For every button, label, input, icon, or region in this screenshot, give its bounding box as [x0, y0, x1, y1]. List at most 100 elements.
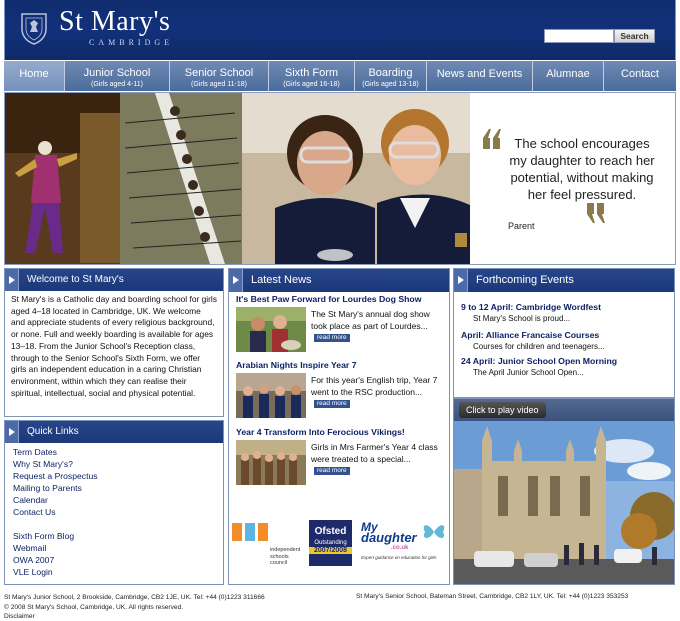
event-title-open-morning[interactable]: 24 April: Junior School Open Morning: [461, 356, 617, 366]
nav-label: Junior School: [83, 67, 151, 79]
nav-label: Home: [19, 68, 49, 80]
quick-links-panel: Quick Links Term Dates Why St Mary's? Re…: [4, 420, 224, 585]
arrow-right-icon: [5, 421, 19, 443]
news-title-vikings[interactable]: Year 4 Transform Into Ferocious Vikings!: [236, 427, 405, 437]
nav-sixth-form[interactable]: Sixth Form (Girls aged 16-18): [269, 61, 355, 91]
nav-label: Contact: [621, 68, 659, 80]
quick-link-owa-2007[interactable]: OWA 2007: [13, 554, 223, 566]
quick-links-heading: Quick Links: [27, 426, 79, 437]
senior-school-address: St Mary's Senior School, Bateman Street,…: [356, 593, 629, 600]
arrow-right-icon: [454, 269, 468, 292]
event-summary-open-morning: The April Junior School Open...: [473, 368, 584, 377]
video-bar: Click to play video: [454, 399, 674, 421]
welcome-text: St Mary's is a Catholic day and boarding…: [11, 294, 217, 398]
nav-label: Alumnae: [546, 68, 590, 80]
quick-link-term-dates[interactable]: Term Dates: [13, 446, 223, 458]
nav-home[interactable]: Home: [4, 61, 65, 91]
quick-link-sixth-form-blog[interactable]: Sixth Form Blog: [13, 530, 223, 542]
nav-sublabel: (Girls aged 16-18): [283, 81, 340, 88]
news-excerpt-text: For this year's English trip, Year 7 wen…: [311, 375, 438, 397]
nav-junior-school[interactable]: Junior School (Girls aged 4-11): [65, 61, 170, 91]
search-button[interactable]: Search: [614, 29, 655, 43]
event-title-alliance-francaise[interactable]: April: Alliance Francaise Courses: [461, 330, 599, 340]
butterfly-icon: [423, 525, 445, 539]
arrow-right-icon: [5, 269, 19, 291]
quick-links-header: Quick Links: [5, 421, 223, 443]
isc-logo-mark: [232, 523, 268, 541]
video-thumbnail[interactable]: [454, 421, 674, 584]
welcome-panel: Welcome to St Mary's St Mary's is a Cath…: [4, 268, 224, 417]
quick-link-mailing-to-parents[interactable]: Mailing to Parents: [13, 482, 223, 494]
science-photo: [242, 93, 470, 264]
news-thumbnail-arabian-nights[interactable]: [236, 373, 306, 418]
nav-sublabel: (Girls aged 4-11): [90, 81, 143, 88]
nav-boarding[interactable]: Boarding (Girls aged 13-18): [355, 61, 427, 91]
nav-sublabel: (Girls aged 11-18): [191, 81, 247, 88]
quote-close-icon: [587, 203, 605, 223]
nav-alumnae[interactable]: Alumnae: [533, 61, 604, 91]
events-header: Forthcoming Events: [454, 269, 674, 292]
ofsted-logo[interactable]: Ofsted Outstanding 2007/2008: [309, 520, 352, 566]
quick-link-webmail[interactable]: Webmail: [13, 542, 223, 554]
event-title-wordfest[interactable]: 9 to 12 April: Cambridge Wordfest: [461, 302, 601, 312]
quick-link-vle-login[interactable]: VLE Login: [13, 566, 223, 578]
mydaughter-word-daughter: daughter: [361, 530, 417, 545]
news-excerpt-vikings: Girls in Mrs Farmer's Year 4 class were …: [311, 442, 441, 477]
news-excerpt-text: The St Mary's annual dog show took place…: [311, 309, 430, 331]
ofsted-status: Outstanding: [314, 540, 347, 546]
event-summary-alliance-francaise: Courses for children and teenagers...: [473, 342, 605, 351]
theatre-photo: [5, 93, 120, 264]
search-input[interactable]: [544, 29, 614, 43]
news-excerpt-text: Girls in Mrs Farmer's Year 4 class were …: [311, 442, 438, 464]
rowing-photo: [120, 93, 242, 264]
isc-logo-text: independent schools council: [270, 547, 301, 566]
news-thumbnail-vikings[interactable]: [236, 440, 306, 485]
disclaimer-link[interactable]: Disclaimer: [4, 612, 265, 621]
nav-label: Senior School: [184, 67, 254, 79]
nav-contact[interactable]: Contact: [604, 61, 676, 91]
mydaughter-tagline: Expert guidance on education for girls: [361, 555, 437, 560]
ofsted-name: Ofsted: [314, 526, 347, 537]
quick-link-calendar[interactable]: Calendar: [13, 494, 223, 506]
news-title-arabian-nights[interactable]: Arabian Nights Inspire Year 7: [236, 360, 357, 370]
play-video-button[interactable]: Click to play video: [459, 402, 546, 418]
hero-banner: The school encourages my daughter to rea…: [4, 92, 676, 265]
footer-left: St Mary's Junior School, 2 Brookside, Ca…: [4, 593, 265, 621]
news-header: Latest News: [229, 269, 449, 292]
junior-school-address: St Mary's Junior School, 2 Brookside, Ca…: [4, 594, 265, 601]
school-name[interactable]: St Mary's: [59, 6, 170, 38]
forthcoming-events-panel: Forthcoming Events 9 to 12 April: Cambri…: [453, 268, 675, 398]
read-more-button[interactable]: read more: [314, 333, 350, 342]
news-excerpt-dog-show: The St Mary's annual dog show took place…: [311, 309, 441, 344]
news-thumbnail-dog-show[interactable]: [236, 307, 306, 352]
read-more-button[interactable]: read more: [314, 466, 350, 475]
quick-link-contact-us[interactable]: Contact Us: [13, 506, 223, 518]
welcome-heading: Welcome to St Mary's: [27, 274, 124, 285]
copyright-text: © 2008 St Mary's School, Cambridge, UK. …: [4, 603, 184, 611]
school-crest-icon[interactable]: [19, 11, 49, 45]
event-summary-wordfest: St Mary's School is proud...: [473, 314, 571, 323]
nav-label: News and Events: [436, 68, 523, 80]
arrow-right-icon: [229, 269, 243, 292]
nav-sublabel: (Girls aged 13-18): [362, 81, 419, 88]
quick-link-why-st-marys[interactable]: Why St Mary's?: [13, 458, 223, 470]
mydaughter-domain: .co.uk: [391, 545, 409, 551]
isc-logo[interactable]: independent schools council: [232, 521, 302, 567]
news-heading: Latest News: [251, 274, 312, 286]
nav-label: Sixth Form: [284, 67, 339, 79]
latest-news-panel: Latest News It's Best Paw Forward for Lo…: [228, 268, 450, 585]
news-title-dog-show[interactable]: It's Best Paw Forward for Lourdes Dog Sh…: [236, 294, 422, 304]
welcome-header: Welcome to St Mary's: [5, 269, 223, 291]
main-nav: Home Junior School (Girls aged 4-11) Seni…: [4, 61, 676, 91]
hero-quote: The school encourages my daughter to rea…: [509, 136, 655, 202]
nav-news-and-events[interactable]: News and Events: [427, 61, 533, 91]
quote-attribution: Parent: [508, 221, 535, 231]
quick-link-request-prospectus[interactable]: Request a Prospectus: [13, 470, 223, 482]
read-more-button[interactable]: read more: [314, 399, 350, 408]
news-excerpt-arabian-nights: For this year's English trip, Year 7 wen…: [311, 375, 441, 410]
ofsted-years: 2007/2008: [309, 547, 352, 554]
nav-label: Boarding: [368, 67, 413, 79]
nav-senior-school[interactable]: Senior School (Girls aged 11-18): [170, 61, 269, 91]
mydaughter-logo[interactable]: My daughter .co.uk Expert guidance on ed…: [361, 521, 447, 567]
site-header: St Mary's CAMBRIDGE Search: [4, 0, 676, 60]
